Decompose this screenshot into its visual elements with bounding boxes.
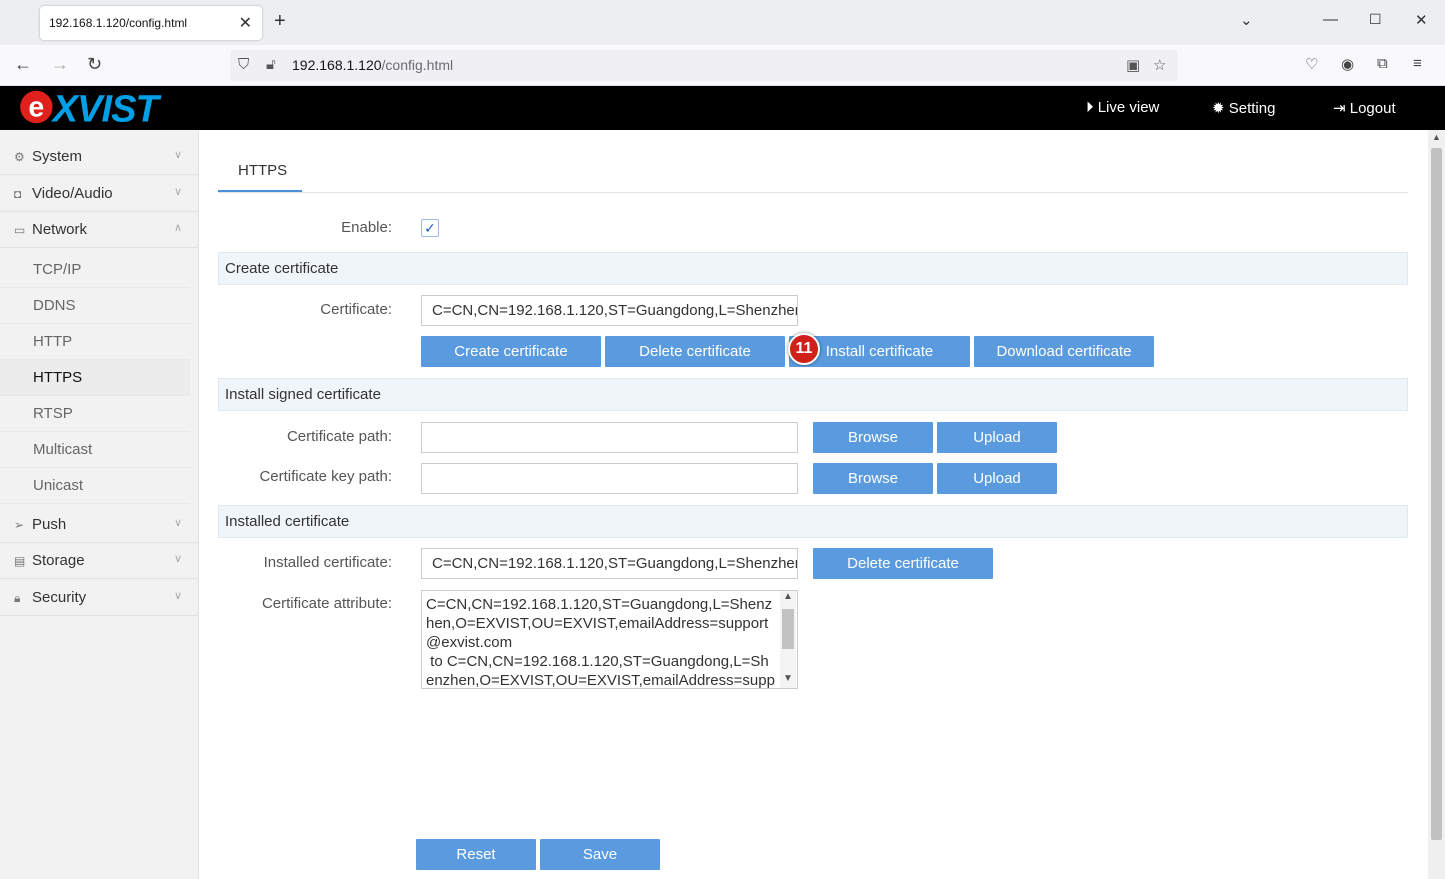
back-icon[interactable]: ←: [14, 54, 32, 75]
sidebar-item-unicast[interactable]: Unicast: [0, 468, 190, 504]
enable-checkbox[interactable]: ✓: [421, 219, 439, 237]
sidebar-item-http[interactable]: HTTP: [0, 324, 190, 360]
enable-label: Enable:: [341, 219, 392, 236]
tab-https[interactable]: HTTPS: [218, 150, 302, 192]
scroll-up-icon[interactable]: ▲: [1432, 132, 1441, 142]
close-tab-icon[interactable]: ✕: [239, 13, 252, 33]
sidebar: ⚙ System ∨ ◘ Video/Audio ∨ ▭ Network ∧ T…: [0, 130, 199, 879]
logout-icon: ⇥: [1333, 100, 1346, 117]
installed-certificate-field[interactable]: C=CN,CN=192.168.1.120,ST=Guangdong,L=She…: [421, 548, 798, 579]
bookmark-star-icon[interactable]: ☆: [1153, 56, 1166, 74]
lock-icon: 🔒︎: [14, 591, 21, 605]
account-icon[interactable]: ◉: [1341, 55, 1354, 73]
menu-hamburger-icon[interactable]: ≡: [1413, 55, 1422, 72]
setting-link[interactable]: ✹ Setting: [1212, 99, 1275, 117]
shield-icon[interactable]: ⛉: [238, 56, 249, 73]
scroll-up-icon[interactable]: ▲: [783, 591, 793, 602]
installed-certificate-label: Installed certificate:: [263, 554, 392, 571]
extensions-icon[interactable]: ⧉: [1377, 55, 1388, 72]
monitor-icon: ▭: [14, 223, 26, 237]
app-header: e XVIST ⏵ Live view ✹ Setting ⇥ Logout: [0, 86, 1445, 130]
section-installed-certificate: Installed certificate: [218, 505, 1408, 538]
sidebar-menu-system[interactable]: ⚙ System ∨: [0, 139, 198, 175]
logout-link[interactable]: ⇥ Logout: [1333, 99, 1396, 117]
url-bar[interactable]: ⛉ 🔓︎ 192.168.1.120/config.html ▣ ☆: [230, 50, 1178, 81]
browser-nav-bar: ← → ↻ ⛉ 🔓︎ 192.168.1.120/config.html ▣ ☆…: [0, 45, 1445, 86]
insecure-lock-icon[interactable]: 🔓︎: [266, 56, 276, 73]
save-button[interactable]: Save: [540, 839, 660, 870]
browse-key-button[interactable]: Browse: [813, 463, 933, 494]
sidebar-menu-storage[interactable]: ▤ Storage ∨: [0, 543, 198, 579]
sidebar-item-rtsp[interactable]: RTSP: [0, 396, 190, 432]
certificate-path-label: Certificate path:: [286, 428, 392, 445]
svg-text:XVIST: XVIST: [51, 88, 162, 127]
certificate-path-field[interactable]: [421, 422, 798, 453]
play-icon: ⏵: [1086, 99, 1094, 116]
maximize-icon[interactable]: ☐: [1369, 11, 1382, 28]
browser-tab[interactable]: 192.168.1.120/config.html ✕: [40, 6, 262, 40]
svg-text:e: e: [28, 92, 44, 124]
sidebar-menu-network[interactable]: ▭ Network ∧: [0, 212, 198, 248]
browser-tab-bar: 192.168.1.120/config.html ✕ + ⌄ — ☐ ✕: [0, 0, 1445, 45]
send-icon: ➢: [14, 518, 25, 532]
create-certificate-button[interactable]: Create certificate: [421, 336, 601, 367]
sidebar-menu-push[interactable]: ➢ Push ∨: [0, 507, 198, 543]
gear-icon: ✹: [1212, 100, 1225, 117]
browser-tab-title: 192.168.1.120/config.html: [49, 16, 188, 30]
reload-icon[interactable]: ↻: [87, 54, 102, 75]
page-scrollbar[interactable]: ▲: [1428, 130, 1445, 879]
chevron-down-icon: ∨: [173, 186, 182, 198]
chevron-down-icon: ∨: [173, 590, 182, 602]
certificate-key-path-field[interactable]: [421, 463, 798, 494]
delete-certificate-button[interactable]: Delete certificate: [605, 336, 785, 367]
certificate-attribute-textarea[interactable]: C=CN,CN=192.168.1.120,ST=Guangdong,L=She…: [421, 590, 798, 689]
textarea-scroll-thumb[interactable]: [782, 609, 794, 649]
step-badge: 11: [788, 333, 820, 365]
chevron-up-icon: ∧: [173, 222, 182, 234]
sidebar-item-multicast[interactable]: Multicast: [0, 432, 190, 468]
chevron-down-icon: ∨: [173, 149, 182, 161]
page-scroll-thumb[interactable]: [1431, 148, 1442, 840]
sidebar-item-ddns[interactable]: DDNS: [0, 288, 190, 324]
upload-key-button[interactable]: Upload: [937, 463, 1057, 494]
scroll-down-icon[interactable]: ▼: [783, 673, 793, 684]
certificate-field[interactable]: C=CN,CN=192.168.1.120,ST=Guangdong,L=She…: [421, 295, 798, 326]
forward-icon[interactable]: →: [51, 54, 69, 75]
exvist-logo: e XVIST: [20, 88, 162, 127]
url-text[interactable]: 192.168.1.120/config.html: [292, 57, 453, 73]
section-create-certificate: Create certificate: [218, 252, 1408, 285]
reset-button[interactable]: Reset: [416, 839, 536, 870]
check-icon: ✓: [424, 220, 436, 236]
sidebar-menu-video-audio[interactable]: ◘ Video/Audio ∨: [0, 176, 198, 212]
minimize-icon[interactable]: —: [1323, 11, 1338, 28]
pocket-icon[interactable]: ♡: [1305, 55, 1318, 73]
floppy-icon: ▤: [14, 554, 26, 568]
upload-certificate-button[interactable]: Upload: [937, 422, 1057, 453]
camera-icon: ◘: [14, 187, 22, 201]
tab-divider: [218, 192, 1408, 193]
section-install-signed-certificate: Install signed certificate: [218, 378, 1408, 411]
chevron-down-icon: ∨: [173, 553, 182, 565]
window-close-icon[interactable]: ✕: [1415, 11, 1428, 29]
download-certificate-button[interactable]: Download certificate: [974, 336, 1154, 367]
certificate-label: Certificate:: [320, 301, 392, 318]
sidebar-item-https[interactable]: HTTPS: [0, 360, 190, 396]
new-tab-icon[interactable]: +: [274, 10, 286, 33]
browse-certificate-button[interactable]: Browse: [813, 422, 933, 453]
sidebar-item-tcpip[interactable]: TCP/IP: [0, 252, 190, 288]
delete-installed-certificate-button[interactable]: Delete certificate: [813, 548, 993, 579]
textarea-scrollbar[interactable]: ▲ ▼: [780, 591, 796, 688]
reader-view-icon[interactable]: ▣: [1126, 56, 1140, 74]
tab-list-chevron-icon[interactable]: ⌄: [1240, 11, 1253, 29]
live-view-link[interactable]: ⏵ Live view: [1086, 99, 1159, 116]
chevron-down-icon: ∨: [173, 517, 182, 529]
certificate-key-path-label: Certificate key path:: [259, 468, 392, 485]
gear-icon: ⚙: [14, 150, 25, 164]
sidebar-menu-security[interactable]: 🔒︎ Security ∨: [0, 580, 198, 616]
certificate-attribute-label: Certificate attribute:: [261, 595, 392, 612]
